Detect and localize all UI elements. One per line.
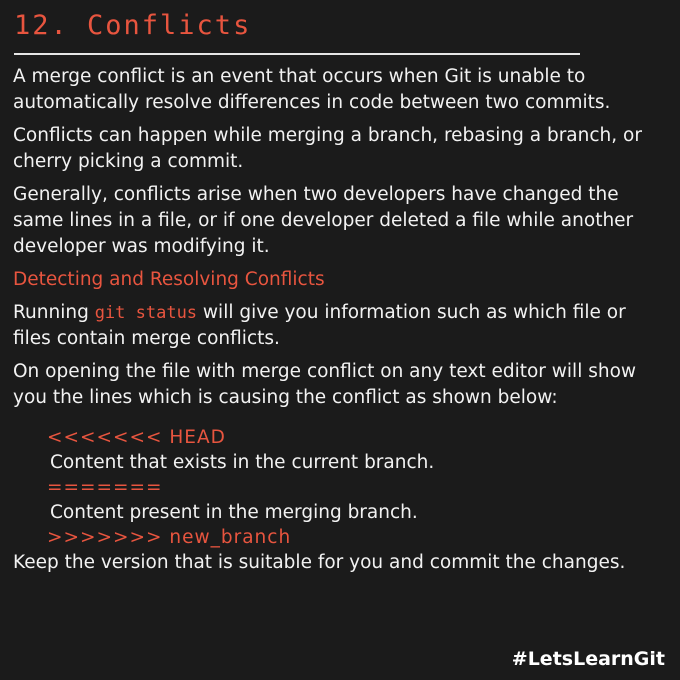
head-marker: <<<<<<< HEAD	[47, 427, 226, 448]
hashtag: #LetsLearnGit	[511, 648, 665, 670]
opening-paragraph: On opening the file with merge conflict …	[13, 361, 637, 408]
main-content: A merge conflict is an event that occurs…	[13, 64, 663, 583]
title-divider	[14, 53, 580, 55]
git-status-paragraph: Running git status will give you informa…	[13, 300, 663, 352]
causes-paragraph: Conflicts can happen while merging a bra…	[13, 125, 642, 172]
git-status-command: git status	[94, 303, 198, 323]
branch-marker: >>>>>>> new_branch	[47, 527, 292, 548]
conflict-example: <<<<<<< HEAD Content that exists in the …	[47, 425, 663, 550]
current-branch-content: Content that exists in the current branc…	[50, 452, 435, 473]
general-paragraph: Generally, conflicts arise when two deve…	[13, 184, 634, 257]
separator-marker: =======	[47, 477, 163, 498]
page-title: 12. Conflicts	[14, 10, 252, 41]
closing-paragraph: Keep the version that is suitable for yo…	[13, 552, 626, 573]
intro-paragraph: A merge conflict is an event that occurs…	[13, 66, 611, 113]
running-prefix: Running	[13, 302, 95, 323]
merging-branch-content: Content present in the merging branch.	[50, 502, 418, 523]
section-heading: Detecting and Resolving Conflicts	[13, 269, 325, 290]
